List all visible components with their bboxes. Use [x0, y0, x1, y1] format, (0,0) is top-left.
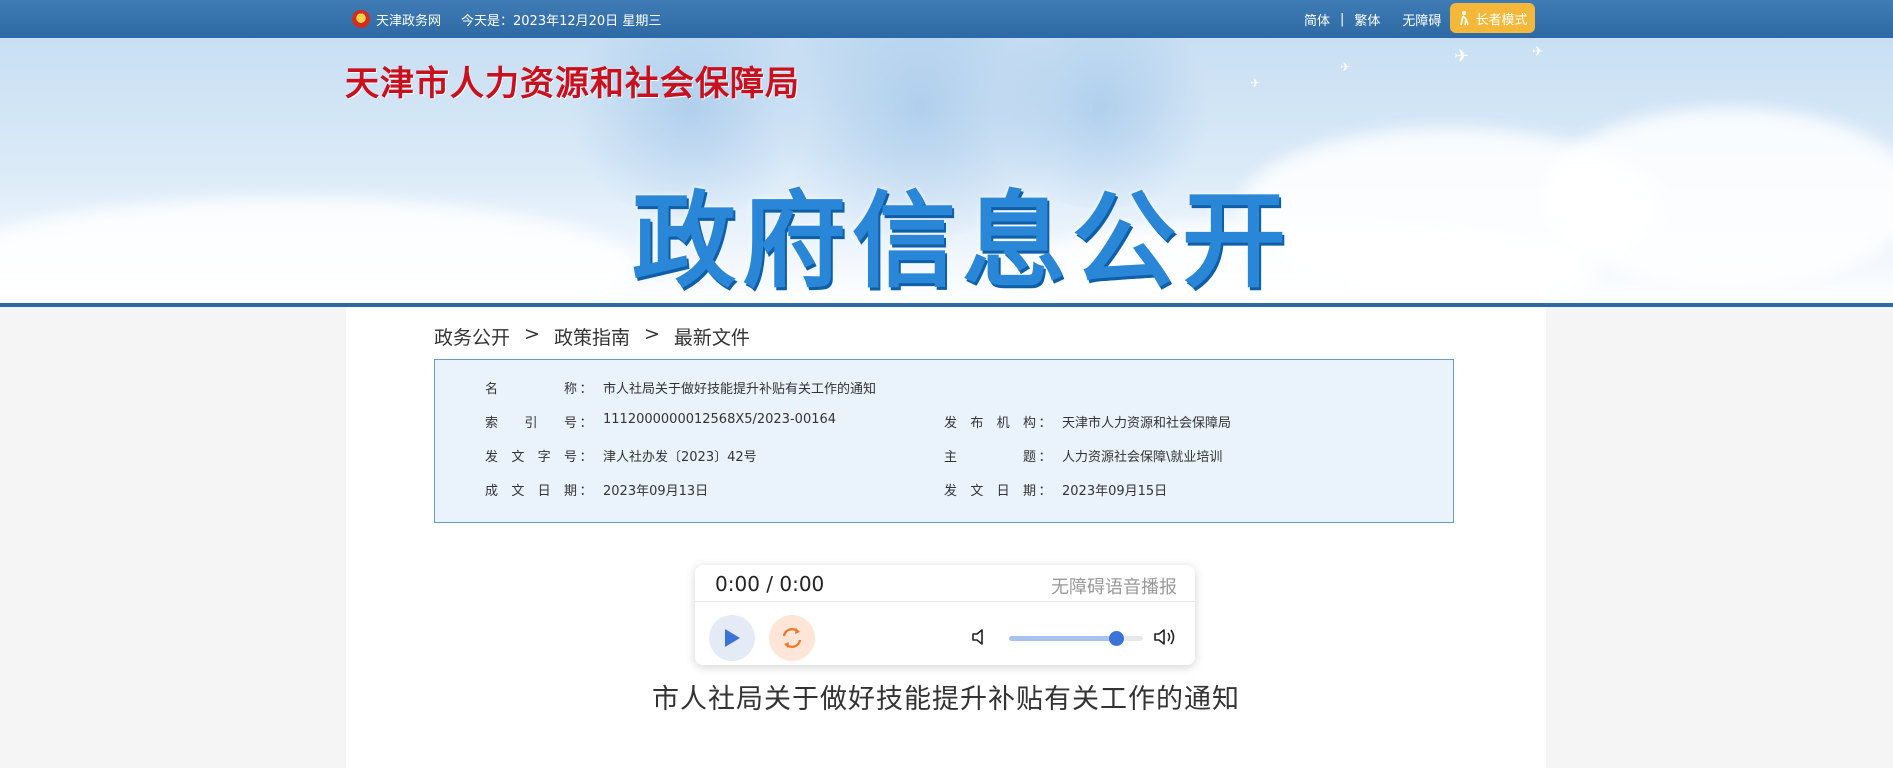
elder-icon: [1460, 11, 1470, 26]
elder-mode-button[interactable]: 长者模式: [1450, 3, 1535, 33]
main-content: 政务公开 > 政策指南 > 最新文件 名称 ： 市人社局关于做好技能提升补贴有关…: [346, 307, 1546, 768]
meta-colon: ：: [579, 416, 593, 431]
breadcrumb-separator: >: [524, 323, 540, 345]
meta-label: 名称: [485, 382, 577, 397]
simplified-chinese-link[interactable]: 简体: [1304, 10, 1330, 29]
player-label: 无障碍语音播报: [1051, 577, 1177, 598]
volume-slider-thumb[interactable]: [1109, 631, 1125, 646]
elder-mode-label: 长者模式: [1475, 12, 1528, 28]
meta-topic-row: 主题 ： 人力资源社会保障\就业培训: [944, 446, 1222, 465]
banner-title: 政府信息公开: [632, 180, 1293, 302]
bird-icon: ✈: [1250, 76, 1261, 90]
meta-label: 主题: [944, 450, 1036, 465]
meta-value: 1112000000012568X5/2023-00164: [603, 412, 837, 427]
site-name-link[interactable]: 天津政务网: [376, 10, 441, 29]
document-title: 市人社局关于做好技能提升补贴有关工作的通知: [652, 684, 1240, 715]
volume-slider[interactable]: [1009, 631, 1143, 646]
breadcrumb-item[interactable]: 政策指南: [554, 323, 630, 350]
meta-value: 天津市人力资源和社会保障局: [1062, 416, 1232, 431]
meta-label: 索引号: [485, 416, 577, 431]
meta-value: 市人社局关于做好技能提升补贴有关工作的通知: [603, 382, 877, 397]
bird-icon: ✈: [1340, 60, 1351, 74]
document-metadata: 名称 ： 市人社局关于做好技能提升补贴有关工作的通知 索引号 ： 1112000…: [434, 359, 1454, 523]
meta-label: 成文日期: [485, 484, 577, 499]
meta-value: 2023年09月13日: [603, 484, 709, 499]
breadcrumb-item[interactable]: 最新文件: [674, 323, 750, 350]
meta-label: 发文日期: [944, 484, 1036, 499]
volume-low-icon[interactable]: [971, 627, 987, 647]
player-divider: [695, 601, 1195, 602]
meta-name-row: 名称 ： 市人社局关于做好技能提升补贴有关工作的通知: [485, 378, 876, 397]
organization-name: 天津市人力资源和社会保障局: [345, 64, 800, 104]
volume-high-icon[interactable]: [1153, 625, 1179, 649]
bird-icon: ✈: [1454, 46, 1470, 67]
traditional-chinese-link[interactable]: 繁体: [1354, 10, 1380, 29]
meta-value: 人力资源社会保障\就业培训: [1062, 450, 1223, 465]
current-date: 今天是：2023年12月20日 星期三: [461, 13, 662, 29]
audio-player: 0:00 / 0:00 无障碍语音播报: [695, 565, 1195, 665]
loop-icon: [782, 628, 802, 648]
play-icon: [725, 629, 740, 647]
meta-index-row: 索引号 ： 1112000000012568X5/2023-00164: [485, 412, 836, 431]
meta-value: 2023年09月15日: [1062, 484, 1168, 499]
meta-created-row: 成文日期 ： 2023年09月13日: [485, 480, 708, 499]
play-button[interactable]: [709, 615, 755, 661]
meta-issuer-row: 发布机构 ： 天津市人力资源和社会保障局: [944, 412, 1231, 431]
top-bar-left: 天津政务网 今天是：2023年12月20日 星期三: [352, 0, 661, 38]
top-bar-links: 简体 | 繁体 无障碍: [1304, 0, 1441, 38]
meta-colon: ：: [579, 484, 593, 499]
meta-label: 发布机构: [944, 416, 1036, 431]
national-emblem-icon: [352, 10, 370, 28]
meta-colon: ：: [1038, 484, 1052, 499]
top-bar: 天津政务网 今天是：2023年12月20日 星期三 简体 | 繁体 无障碍 长者…: [0, 0, 1893, 38]
meta-published-row: 发文日期 ： 2023年09月15日: [944, 480, 1167, 499]
link-separator: |: [1340, 11, 1345, 27]
meta-colon: ：: [579, 450, 593, 465]
breadcrumb-item[interactable]: 政务公开: [434, 323, 510, 350]
meta-label: 发文字号: [485, 450, 577, 465]
accessibility-link[interactable]: 无障碍: [1402, 10, 1441, 29]
player-time: 0:00 / 0:00: [715, 572, 825, 596]
meta-colon: ：: [1038, 450, 1052, 465]
breadcrumb: 政务公开 > 政策指南 > 最新文件: [434, 323, 750, 350]
meta-docno-row: 发文字号 ： 津人社办发〔2023〕42号: [485, 446, 757, 465]
header-banner: ✈ ✈ ✈ ✈ 天津市人力资源和社会保障局 政府信息公开: [0, 38, 1893, 304]
breadcrumb-separator: >: [643, 323, 660, 345]
meta-colon: ：: [579, 382, 593, 397]
bird-icon: ✈: [1532, 44, 1544, 60]
meta-value: 津人社办发〔2023〕42号: [603, 450, 757, 465]
volume-slider-fill: [1009, 636, 1117, 641]
loop-button[interactable]: [769, 615, 815, 661]
meta-colon: ：: [1038, 416, 1052, 431]
banner-cloud: [0, 198, 640, 304]
